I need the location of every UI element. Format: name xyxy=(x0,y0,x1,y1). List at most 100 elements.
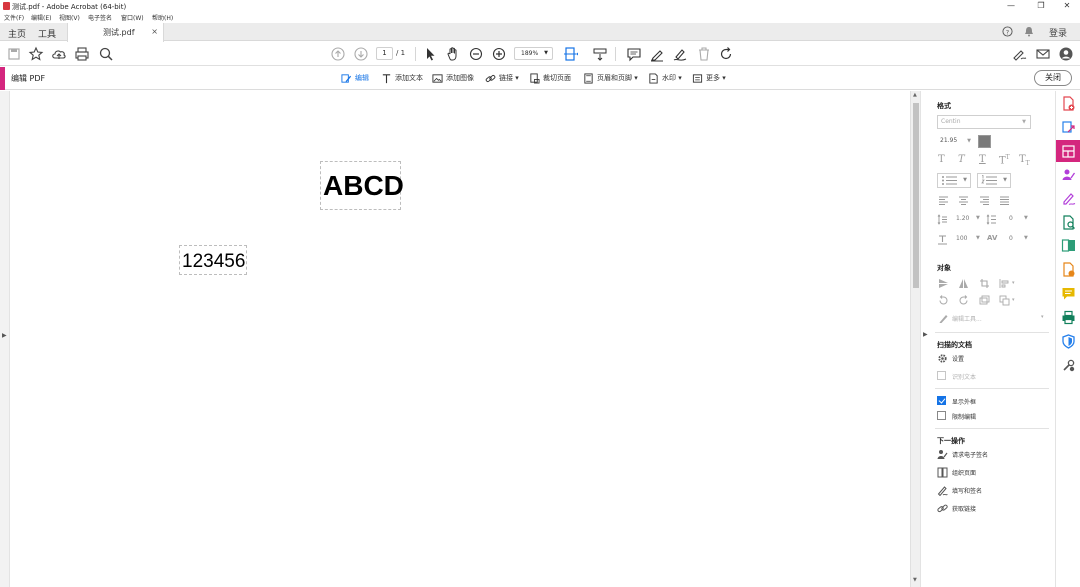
text-box-123456[interactable]: 123456 xyxy=(179,245,247,275)
print-production-icon[interactable] xyxy=(1061,310,1076,325)
line-spacing-value[interactable]: 1.20 xyxy=(956,215,969,222)
character-spacing-value[interactable]: 0 xyxy=(1009,235,1013,242)
paragraph-spacing-value[interactable]: 0 xyxy=(1009,215,1013,222)
text-123456[interactable]: 123456 xyxy=(182,251,245,273)
tab-document[interactable]: 测试.pdf × xyxy=(67,23,164,42)
scrolling-mode-icon[interactable] xyxy=(592,46,608,62)
link-button[interactable]: 链接 ▾ xyxy=(485,72,519,85)
document-viewport[interactable]: ▶ ABCD 123456 xyxy=(0,91,910,587)
menu-esign[interactable]: 电子签名 xyxy=(88,13,112,22)
print-icon[interactable] xyxy=(74,46,90,62)
superscript-t-icon[interactable]: TT xyxy=(999,154,1010,166)
next-page-icon[interactable] xyxy=(353,46,369,62)
compare-files-icon[interactable] xyxy=(1061,238,1076,253)
bookmark-star-icon[interactable] xyxy=(28,46,44,62)
crop-object-icon[interactable] xyxy=(979,278,990,289)
menu-edit[interactable]: 编辑(E) xyxy=(31,13,51,22)
more-button[interactable]: 更多 ▾ xyxy=(692,72,726,85)
tab-close-icon[interactable]: × xyxy=(151,27,158,36)
save-icon[interactable] xyxy=(6,46,22,62)
bullet-list-select[interactable]: ▼ xyxy=(937,173,971,188)
scroll-up-icon[interactable]: ▲ xyxy=(913,92,917,98)
font-name-select[interactable]: Centin ▼ xyxy=(937,115,1031,129)
flip-horizontal-icon[interactable] xyxy=(958,278,969,289)
minimize-button[interactable]: — xyxy=(1000,0,1022,12)
numbered-list-select[interactable]: ▼ xyxy=(977,173,1011,188)
chevron-down-icon[interactable]: ▾ xyxy=(1012,297,1015,303)
select-cursor-icon[interactable] xyxy=(422,46,438,62)
font-size-select[interactable]: 21.95 ▼ xyxy=(937,135,973,149)
rotate-right-icon[interactable] xyxy=(958,295,969,306)
rotate-left-icon[interactable] xyxy=(938,295,949,306)
edit-tools-select[interactable]: 编辑工具... xyxy=(952,314,982,323)
chevron-down-icon[interactable]: ▾ xyxy=(1041,314,1044,320)
scroll-down-icon[interactable]: ▼ xyxy=(913,577,917,583)
chevron-down-icon[interactable]: ▼ xyxy=(976,235,980,241)
zoom-level-select[interactable]: 189% ▼ xyxy=(514,47,553,60)
delete-trash-icon[interactable] xyxy=(696,46,712,62)
flip-vertical-icon[interactable] xyxy=(938,278,949,289)
panel-collapse-icon[interactable]: ▶ xyxy=(923,331,928,338)
align-objects-icon[interactable] xyxy=(999,278,1010,289)
page-number-input[interactable]: 1 xyxy=(376,47,393,60)
notification-bell-icon[interactable] xyxy=(1024,26,1034,40)
menu-window[interactable]: 窗口(W) xyxy=(121,13,144,22)
upload-cloud-icon[interactable] xyxy=(51,46,67,62)
more-tools-wrench-icon[interactable] xyxy=(1061,358,1076,373)
zoom-in-icon[interactable] xyxy=(491,46,507,62)
recognize-text-checkbox[interactable] xyxy=(937,371,946,380)
fill-and-sign-icon[interactable] xyxy=(1061,191,1076,206)
horizontal-scale-value[interactable]: 100 xyxy=(956,235,967,242)
organize-pages-link[interactable]: 组织页面 xyxy=(952,468,976,477)
add-text-button[interactable]: 添加文本 xyxy=(381,72,423,85)
align-right-icon[interactable] xyxy=(979,195,990,206)
restore-button[interactable]: ❐ xyxy=(1030,0,1052,12)
restrict-editing-checkbox[interactable] xyxy=(937,411,946,420)
chevron-down-icon[interactable]: ▼ xyxy=(1024,235,1028,241)
comment-icon[interactable] xyxy=(626,46,642,62)
login-button[interactable]: 登录 xyxy=(1049,26,1067,39)
header-footer-button[interactable]: 页眉和页脚 ▾ xyxy=(583,72,638,85)
text-abcd[interactable]: ABCD xyxy=(323,170,404,202)
highlight-pen-icon[interactable] xyxy=(649,46,665,62)
stamp-pdf-icon[interactable] xyxy=(1061,262,1076,277)
font-color-swatch[interactable] xyxy=(978,135,991,148)
search-icon[interactable] xyxy=(98,46,114,62)
scroll-thumb[interactable] xyxy=(913,103,919,288)
watermark-button[interactable]: 水印 ▾ xyxy=(648,72,682,85)
edit-pdf-rail-icon[interactable] xyxy=(1056,140,1080,162)
arrange-objects-icon[interactable] xyxy=(999,295,1010,306)
previous-page-icon[interactable] xyxy=(330,46,346,62)
sign-pen-icon[interactable] xyxy=(672,46,688,62)
zoom-out-icon[interactable] xyxy=(468,46,484,62)
export-pdf-icon[interactable] xyxy=(1061,120,1076,135)
chevron-down-icon[interactable]: ▼ xyxy=(976,215,980,221)
help-icon[interactable]: ? xyxy=(1002,26,1013,40)
fill-sign-link[interactable]: 填写和签名 xyxy=(952,486,982,495)
comment-rail-icon[interactable] xyxy=(1061,286,1076,301)
left-panel-toggle[interactable]: ▶ xyxy=(0,91,10,587)
protect-shield-icon[interactable] xyxy=(1061,334,1076,349)
get-link-link[interactable]: 获取链接 xyxy=(952,504,976,513)
chevron-down-icon[interactable]: ▼ xyxy=(1024,215,1028,221)
request-signature-icon[interactable] xyxy=(1061,167,1076,182)
create-pdf-icon[interactable] xyxy=(1061,96,1076,111)
crop-pages-button[interactable]: 裁切页面 xyxy=(529,72,571,85)
close-edit-button[interactable]: 关闭 xyxy=(1034,70,1072,86)
rotate-icon[interactable] xyxy=(718,46,734,62)
email-icon[interactable] xyxy=(1035,46,1051,62)
chevron-down-icon[interactable]: ▾ xyxy=(1012,280,1015,286)
show-bounding-box-checkbox[interactable] xyxy=(937,396,946,405)
tab-tools[interactable]: 工具 xyxy=(38,27,56,40)
align-justify-icon[interactable] xyxy=(999,195,1010,206)
vertical-scrollbar[interactable]: ▲ ▼ xyxy=(910,91,920,587)
italic-t-icon[interactable]: T xyxy=(958,154,965,165)
menu-view[interactable]: 视图(V) xyxy=(59,13,80,22)
align-left-icon[interactable] xyxy=(938,195,949,206)
close-window-button[interactable]: ✕ xyxy=(1056,0,1078,12)
menu-help[interactable]: 帮助(H) xyxy=(152,13,173,22)
send-for-review-icon[interactable] xyxy=(1061,215,1076,230)
settings-button[interactable]: 设置 xyxy=(952,354,964,363)
hand-tool-icon[interactable] xyxy=(445,46,461,62)
edit-tool-button[interactable]: 编辑 xyxy=(341,72,369,85)
